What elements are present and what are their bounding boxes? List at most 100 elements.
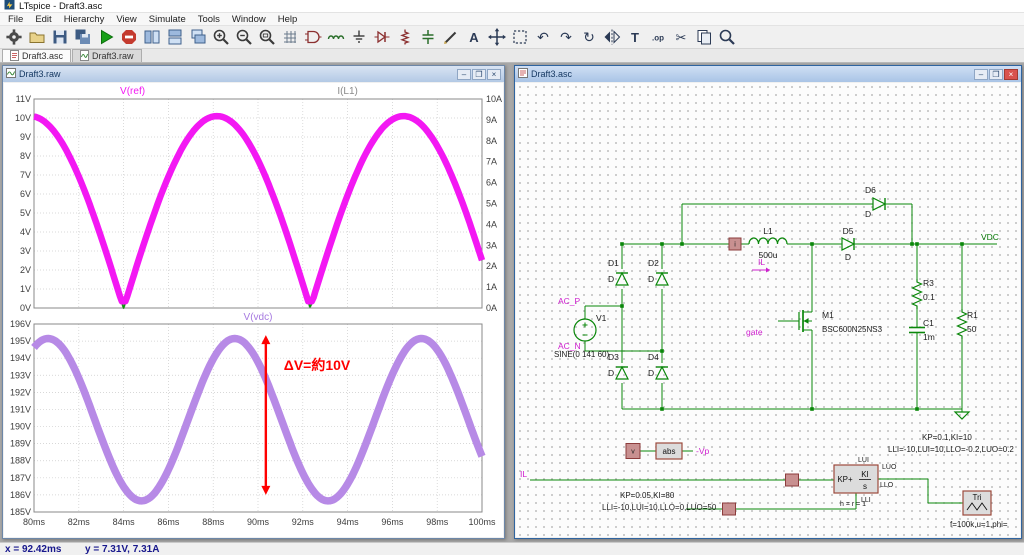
trace-name[interactable]: V(ref) xyxy=(120,86,145,97)
x-axis-tick-label: 98ms xyxy=(426,517,449,527)
add-component-button[interactable] xyxy=(302,27,324,47)
settings-button[interactable] xyxy=(3,27,25,47)
y-axis-tick-label: 5V xyxy=(20,208,31,218)
resistor-symbol[interactable] xyxy=(958,309,967,339)
waveform-plot[interactable]: 0V1V2V3V4V5V6V7V8V9V10V11V0A1A2A3A4A5A6A… xyxy=(4,83,505,539)
sensor-symbol[interactable]: i xyxy=(729,238,741,250)
add-inductor-button[interactable] xyxy=(325,27,347,47)
schematic-canvas[interactable]: ivabsKP+KIsTriAC_PAC_NgateILIL-VpV1SINE(… xyxy=(516,83,1020,537)
copy-button[interactable] xyxy=(693,27,715,47)
waveform-window-titlebar[interactable]: Draft3.raw – ❐ × xyxy=(3,66,504,82)
move-icon xyxy=(487,27,507,47)
sensor-symbol[interactable] xyxy=(786,474,799,486)
menu-edit[interactable]: Edit xyxy=(29,14,57,25)
cut-button[interactable]: ✂ xyxy=(670,27,692,47)
diode-symbol[interactable] xyxy=(873,198,885,210)
ground-symbol[interactable] xyxy=(955,409,969,419)
behavioral-block[interactable]: Tri xyxy=(963,491,991,515)
menu-view[interactable]: View xyxy=(110,14,142,25)
find-button[interactable] xyxy=(716,27,738,47)
sensor-symbol[interactable]: v xyxy=(626,444,640,459)
vsource-symbol[interactable] xyxy=(574,319,596,341)
restore-button[interactable]: ❐ xyxy=(472,69,486,80)
behavioral-block[interactable]: abs xyxy=(656,443,682,459)
op-icon: .op xyxy=(648,27,668,47)
spice-directive-button[interactable]: .op xyxy=(647,27,669,47)
save-button[interactable] xyxy=(49,27,71,47)
redo-button[interactable]: ↷ xyxy=(555,27,577,47)
add-resistor-button[interactable] xyxy=(394,27,416,47)
minimize-button[interactable]: – xyxy=(457,69,471,80)
restore-button[interactable]: ❐ xyxy=(989,69,1003,80)
add-diode-button[interactable] xyxy=(371,27,393,47)
y2-axis-tick-label: 9A xyxy=(486,115,497,125)
draw-wire-button[interactable] xyxy=(440,27,462,47)
grid-icon xyxy=(280,27,300,47)
diode-symbol[interactable] xyxy=(656,367,668,379)
add-capacitor-button[interactable] xyxy=(417,27,439,47)
zoom-in-button[interactable] xyxy=(210,27,232,47)
add-text-button[interactable]: T xyxy=(624,27,646,47)
cascade-windows-button[interactable] xyxy=(187,27,209,47)
zoom-out-button[interactable] xyxy=(233,27,255,47)
svg-text:Tri: Tri xyxy=(972,493,981,502)
diode-symbol[interactable] xyxy=(616,367,628,379)
diode-symbol[interactable] xyxy=(656,273,668,285)
schematic-label: D3 xyxy=(608,352,619,362)
menu-help[interactable]: Help xyxy=(272,14,304,25)
tab-draft3-asc[interactable]: Draft3.asc xyxy=(2,49,71,62)
show-grid-button[interactable] xyxy=(279,27,301,47)
tab-draft3-raw[interactable]: Draft3.raw xyxy=(72,49,142,62)
sensor-symbol[interactable] xyxy=(723,503,736,515)
zoom-full-extents-button[interactable] xyxy=(256,27,278,47)
y-axis-tick-label: 187V xyxy=(10,473,31,483)
run-simulation-button[interactable] xyxy=(95,27,117,47)
menu-hierarchy[interactable]: Hierarchy xyxy=(58,14,111,25)
mirror-button[interactable] xyxy=(601,27,623,47)
drag-button[interactable] xyxy=(509,27,531,47)
behavioral-block[interactable]: KP+KIs xyxy=(834,465,878,493)
schematic-window-titlebar[interactable]: Draft3.asc – ❐ × xyxy=(515,66,1021,82)
open-file-button[interactable] xyxy=(26,27,48,47)
schematic-window[interactable]: Draft3.asc – ❐ × ivabsKP+KIsTriAC_PAC_Ng… xyxy=(514,65,1022,539)
menu-tools[interactable]: Tools xyxy=(192,14,226,25)
schematic-label: KP=0.05,KI=80 xyxy=(620,491,675,500)
save2-icon xyxy=(73,27,93,47)
resistor-symbol[interactable] xyxy=(913,279,922,309)
nmos-symbol[interactable] xyxy=(799,301,812,341)
trace-name[interactable]: V(vdc) xyxy=(244,312,273,323)
schematic-label: 500u xyxy=(759,250,778,260)
trace-name[interactable]: I(L1) xyxy=(337,86,358,97)
inductor-symbol[interactable] xyxy=(749,238,787,244)
schematic-label: D4 xyxy=(648,352,659,362)
add-net-label-button[interactable]: A xyxy=(463,27,485,47)
close-button[interactable]: × xyxy=(1004,69,1018,80)
document-tabs: Draft3.asc Draft3.raw xyxy=(0,49,1024,63)
menu-file[interactable]: File xyxy=(2,14,29,25)
tab-label: Draft3.raw xyxy=(92,51,134,61)
halt-simulation-button[interactable] xyxy=(118,27,140,47)
move-button[interactable] xyxy=(486,27,508,47)
close-button[interactable]: × xyxy=(487,69,501,80)
save-all-button[interactable] xyxy=(72,27,94,47)
menu-simulate[interactable]: Simulate xyxy=(143,14,192,25)
schematic-label: L1 xyxy=(763,226,773,236)
y-axis-tick-label: 6V xyxy=(20,189,31,199)
undo-button[interactable]: ↶ xyxy=(532,27,554,47)
tile-horizontal-button[interactable] xyxy=(164,27,186,47)
rotate-button[interactable]: ↻ xyxy=(578,27,600,47)
tile-vertical-button[interactable] xyxy=(141,27,163,47)
schematic-drawing[interactable]: ivabsKP+KIsTriAC_PAC_NgateILIL-VpV1SINE(… xyxy=(516,83,1022,539)
menu-window[interactable]: Window xyxy=(226,14,272,25)
schematic-label: D2 xyxy=(648,258,659,268)
diode-symbol[interactable] xyxy=(842,238,854,250)
diode-symbol[interactable] xyxy=(616,273,628,285)
waveform-window[interactable]: Draft3.raw – ❐ × 0V1V2V3V4V5V6V7V8V9V10V… xyxy=(2,65,505,539)
waveform-canvas[interactable]: 0V1V2V3V4V5V6V7V8V9V10V11V0A1A2A3A4A5A6A… xyxy=(4,83,503,537)
svg-text:abs: abs xyxy=(663,447,676,456)
minimize-button[interactable]: – xyxy=(974,69,988,80)
y-axis-tick-label: 195V xyxy=(10,336,31,346)
find-icon xyxy=(717,27,737,47)
schematic-label: 50 xyxy=(967,324,977,334)
add-ground-button[interactable] xyxy=(348,27,370,47)
